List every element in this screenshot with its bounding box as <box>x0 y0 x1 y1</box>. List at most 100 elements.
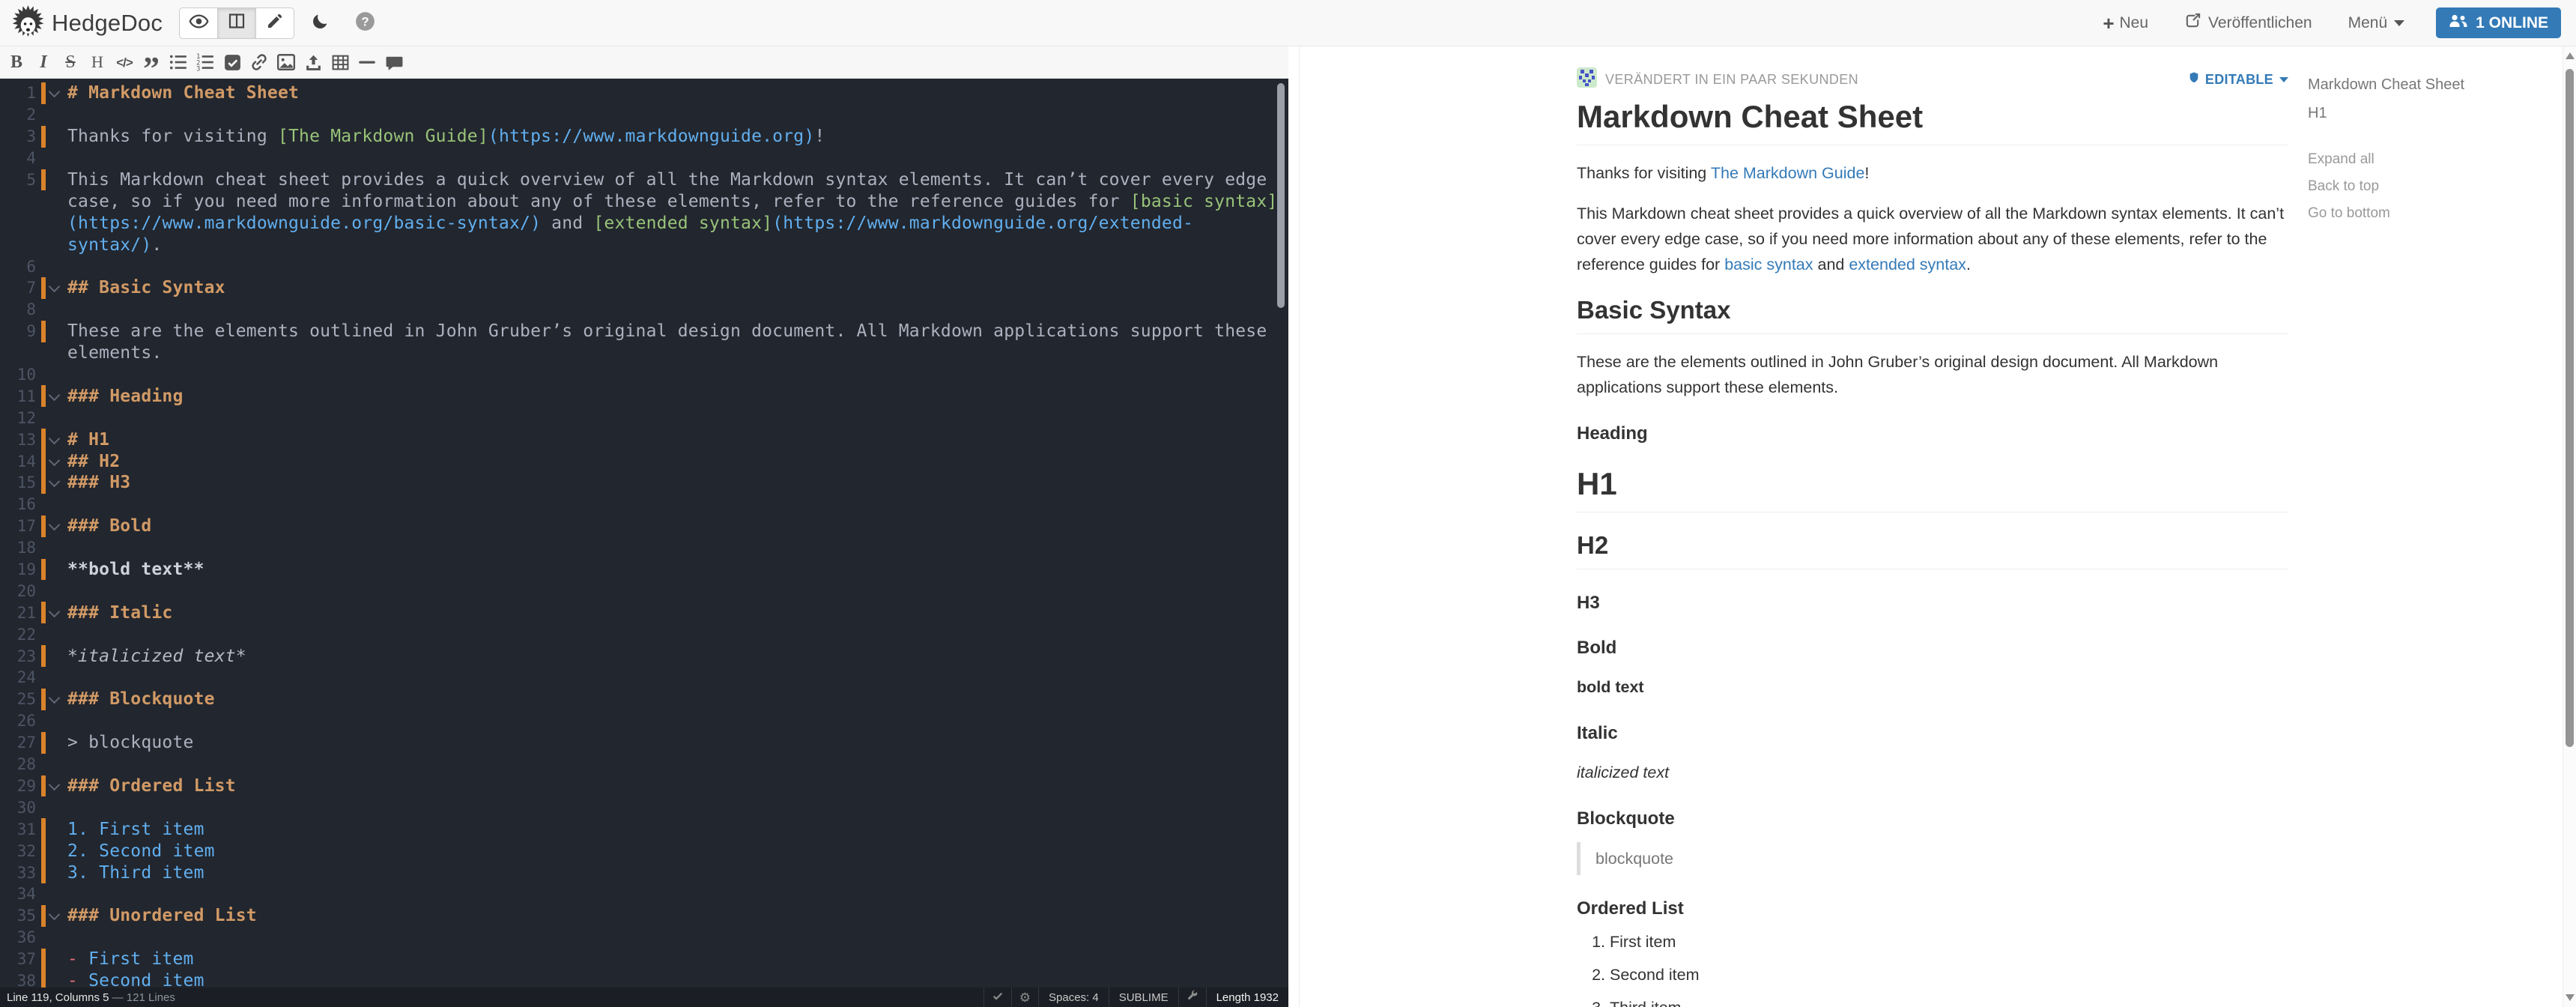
heading-icon[interactable]: H <box>84 49 111 76</box>
fold-chevron-icon[interactable] <box>46 778 63 794</box>
scroll-down-arrow-icon[interactable] <box>2566 994 2575 1001</box>
view-mode-preview-button[interactable] <box>179 7 219 39</box>
editor-line: 29 ### Ordered List <box>16 775 236 797</box>
fold-chevron-icon[interactable] <box>46 453 63 470</box>
changed-line-marker <box>41 450 46 473</box>
svg-text:?: ? <box>361 14 369 28</box>
unordered-list-icon[interactable] <box>165 49 192 76</box>
indentation-setting[interactable]: Spaces: 4 <box>1038 988 1109 1007</box>
image-icon[interactable] <box>273 49 300 76</box>
preview-heading: Italic <box>1577 723 1618 743</box>
pencil-icon <box>266 12 284 34</box>
document-length: Length 1932 <box>1205 988 1288 1007</box>
check-list-icon[interactable] <box>219 49 246 76</box>
editor-line: 10 <box>16 366 36 384</box>
editor-line: 7 ## Basic Syntax <box>26 277 225 299</box>
preview-blockquote: blockquote <box>1577 842 2288 875</box>
fold-chevron-icon[interactable] <box>46 85 63 101</box>
preview-link[interactable]: basic syntax <box>1724 255 1813 273</box>
fold-chevron-icon[interactable] <box>46 279 63 296</box>
editor-line: 31 1. First item <box>16 818 204 841</box>
indentation-label: Spaces: 4 <box>1049 991 1099 1004</box>
horizontal-rule-icon[interactable] <box>354 49 381 76</box>
split-divider[interactable] <box>1288 46 1299 1007</box>
comment-icon[interactable] <box>381 49 407 76</box>
hedgedoc-logo[interactable]: HedgeDoc <box>10 2 163 43</box>
view-mode-split-button[interactable] <box>218 7 257 39</box>
brand-name: HedgeDoc <box>52 9 163 36</box>
editor-line: 19 **bold text** <box>16 558 204 581</box>
changed-line-marker <box>41 688 46 710</box>
strikethrough-icon[interactable]: S <box>57 49 84 76</box>
online-users-button[interactable]: 1 ONLINE <box>2436 7 2561 38</box>
changed-line-marker <box>41 320 46 342</box>
table-of-contents: Markdown Cheat Sheet H1 Expand all Back to … <box>2308 76 2540 232</box>
plus-icon: + <box>2103 11 2115 34</box>
view-mode-edit-button[interactable] <box>256 7 295 39</box>
italic-icon[interactable]: I <box>30 49 57 76</box>
preview-list-item: Second item <box>1610 962 2288 988</box>
toc-action-back-to-top[interactable]: Back to top <box>2308 178 2540 195</box>
quote-icon[interactable]: ” <box>138 49 165 85</box>
toc-entry[interactable]: Markdown Cheat Sheet <box>2308 76 2540 94</box>
preview-link[interactable]: The Markdown Guide <box>1711 164 1865 182</box>
preview-heading: Markdown Cheat Sheet <box>1577 99 2288 145</box>
preview-heading: H1 <box>1577 466 2288 512</box>
editor-scrollbar-thumb[interactable] <box>1277 83 1285 308</box>
fold-chevron-icon[interactable] <box>46 474 63 491</box>
scrollbar-thumb[interactable] <box>2566 69 2574 747</box>
table-icon[interactable] <box>327 49 354 76</box>
preview-heading: H3 <box>1577 593 1600 613</box>
ordered-list-icon[interactable]: 123 <box>192 49 219 76</box>
night-mode-button[interactable] <box>300 8 339 38</box>
editor-line: 28 <box>16 755 36 774</box>
editor-toolbar: B I S H </>” 1 2 3 <box>0 46 1288 85</box>
keymap-setting[interactable]: SUBLIME <box>1108 988 1178 1007</box>
fold-chevron-icon[interactable] <box>46 518 63 534</box>
publish-button[interactable]: Veröffentlichen <box>2166 1 2330 46</box>
editor-line: 22 <box>16 625 36 644</box>
editor-line: 35 ### Unordered List <box>16 904 257 927</box>
changed-line-marker <box>41 429 46 451</box>
new-note-button[interactable]: + Neu <box>2085 1 2166 46</box>
editor-settings-button[interactable]: ⚙ <box>1010 988 1038 1007</box>
preview-text: Thanks for visiting <box>1577 164 1711 182</box>
check-icon <box>992 990 1004 1005</box>
editor-line: 33 3. Third item <box>16 862 204 883</box>
fold-chevron-icon[interactable] <box>46 907 63 924</box>
preview-paragraph: Thanks for visiting The Markdown Guide! <box>1577 160 2288 186</box>
upload-icon[interactable] <box>300 49 327 76</box>
caret-down-icon <box>2279 76 2288 82</box>
menu-dropdown[interactable]: Menü <box>2330 1 2423 46</box>
scroll-up-arrow-icon[interactable] <box>2566 52 2575 59</box>
preview-heading: H2 <box>1577 530 2288 569</box>
toc-action-expand-all[interactable]: Expand all <box>2308 151 2540 168</box>
permission-dropdown[interactable]: EDITABLE <box>2188 70 2288 88</box>
editor-pane[interactable]: 1 # Markdown Cheat Sheet 2 3 Thanks for visi… <box>0 79 1288 988</box>
view-mode-switch <box>179 7 295 39</box>
editor-line: elements. <box>67 343 163 363</box>
preferences-button[interactable] <box>1178 988 1206 1007</box>
publish-label: Veröffentlichen <box>2208 13 2312 31</box>
editor-line: 23 *italicized text* <box>16 645 246 668</box>
toc-entry[interactable]: H1 <box>2308 105 2540 122</box>
toc-action-go-to-bottom[interactable]: Go to bottom <box>2308 205 2540 222</box>
gear-icon: ⚙ <box>1019 990 1031 1005</box>
preview-link[interactable]: extended syntax <box>1849 255 1966 273</box>
users-icon <box>2449 13 2476 33</box>
editor-line: 37- First item <box>16 948 194 970</box>
help-button[interactable]: ? <box>345 8 384 38</box>
fold-chevron-icon[interactable] <box>46 605 63 621</box>
moon-icon <box>311 12 330 34</box>
sync-status <box>983 988 1011 1007</box>
fold-chevron-icon[interactable] <box>46 388 63 405</box>
bold-icon[interactable]: B <box>3 49 30 76</box>
editor-line: 17 ### Bold <box>16 515 152 537</box>
code-icon[interactable]: </> <box>111 49 138 76</box>
link-icon[interactable] <box>246 49 273 76</box>
navbar-right: + Neu Veröffentlichen Menü 1 ONLINE <box>2085 1 2561 46</box>
fold-chevron-icon[interactable] <box>46 432 63 448</box>
menu-label: Menü <box>2348 13 2388 31</box>
fold-chevron-icon[interactable] <box>46 691 63 707</box>
editor-line: 25 ### Blockquote <box>16 688 215 710</box>
